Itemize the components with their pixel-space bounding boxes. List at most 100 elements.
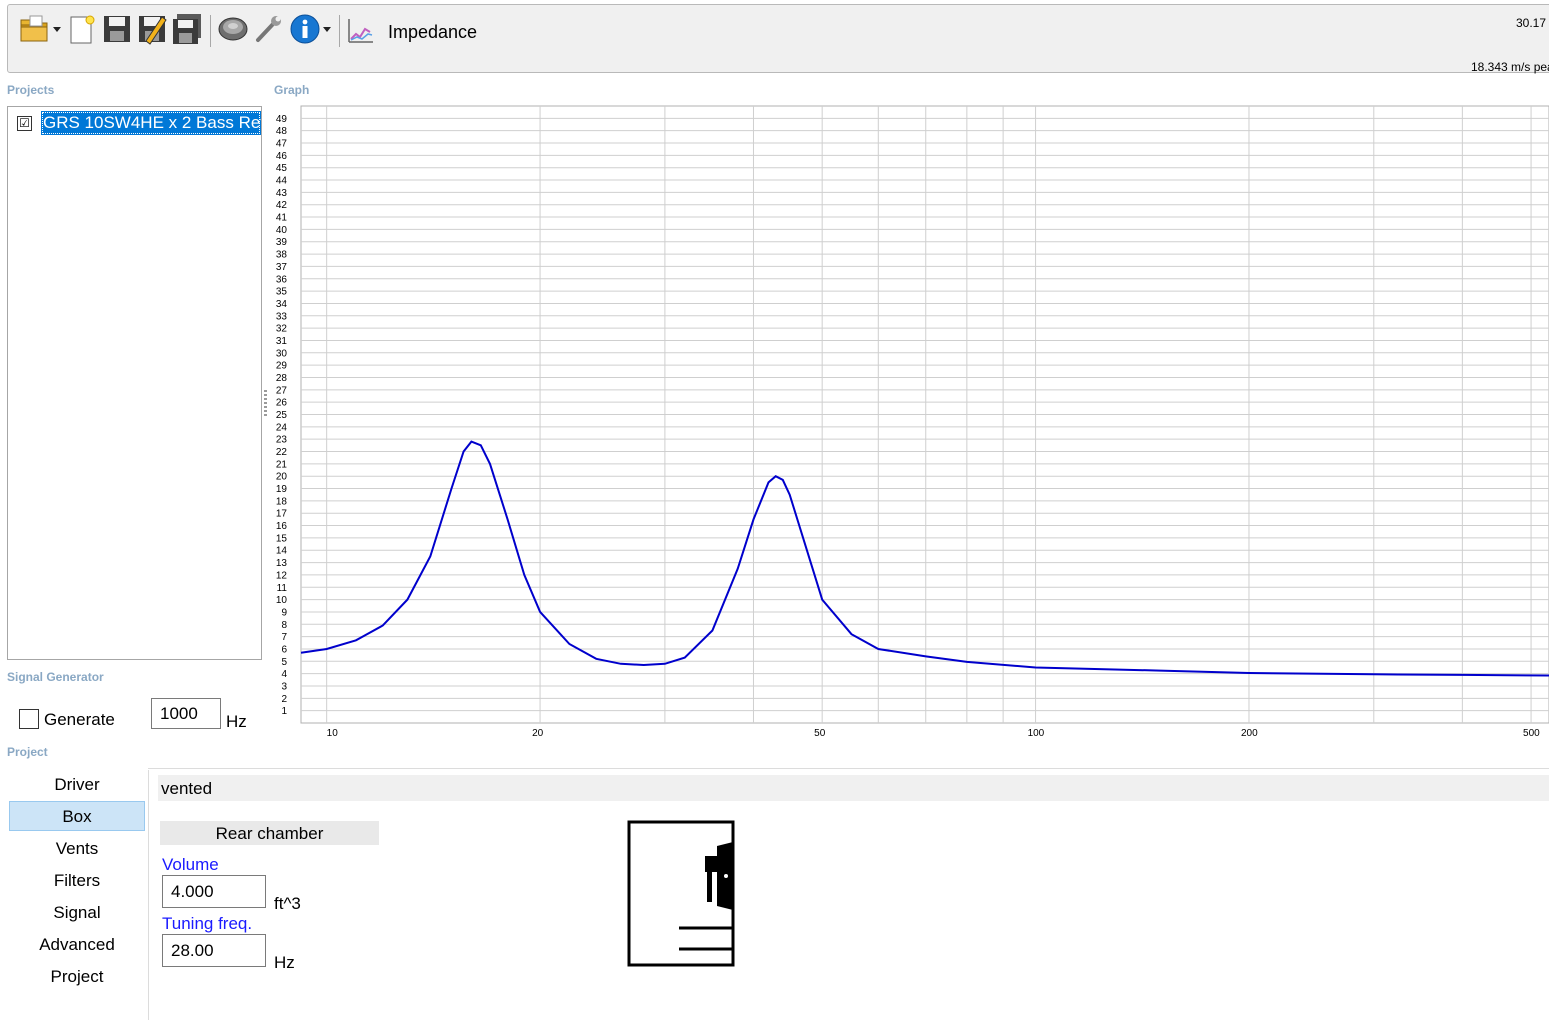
toolbar-separator xyxy=(210,15,211,47)
graph-section-title: Graph xyxy=(274,83,310,97)
nav-divider xyxy=(148,770,149,1020)
y-tick-label: 32 xyxy=(276,324,288,335)
y-tick-label: 3 xyxy=(281,681,287,692)
save-all-icon[interactable] xyxy=(171,13,203,45)
y-tick-label: 28 xyxy=(276,373,288,384)
y-tick-label: 24 xyxy=(276,422,288,433)
y-tick-label: 1 xyxy=(281,706,287,717)
project-visibility-checkbox[interactable]: ☑ xyxy=(17,116,32,131)
content-divider xyxy=(148,768,1549,769)
y-tick-label: 16 xyxy=(276,521,288,532)
nav-item-box[interactable]: Box xyxy=(9,801,145,831)
y-tick-label: 38 xyxy=(276,250,288,261)
y-tick-label: 36 xyxy=(276,274,288,285)
y-tick-label: 13 xyxy=(276,558,288,569)
y-tick-label: 18 xyxy=(276,496,288,507)
y-tick-label: 17 xyxy=(276,509,288,520)
open-dropdown-caret[interactable] xyxy=(53,27,61,32)
volume-input[interactable] xyxy=(162,875,266,908)
open-folder-icon[interactable] xyxy=(18,13,50,45)
graph-x-tick-labels: 10 20 50 100 200 500 xyxy=(327,728,1541,739)
y-tick-label: 20 xyxy=(276,472,288,483)
tuning-frequency-input[interactable] xyxy=(162,934,266,967)
y-tick-label: 33 xyxy=(276,311,288,322)
projects-section-title: Projects xyxy=(7,83,55,97)
nav-item-advanced[interactable]: Advanced xyxy=(9,930,145,960)
x-tick-label: 100 xyxy=(1028,728,1045,739)
y-tick-label: 35 xyxy=(276,287,288,298)
info-icon[interactable] xyxy=(289,13,321,45)
y-tick-label: 21 xyxy=(276,459,288,470)
y-tick-label: 46 xyxy=(276,151,288,162)
y-tick-label: 22 xyxy=(276,447,288,458)
frequency-readout: 30.17 Hz xyxy=(1516,16,1549,30)
save-icon[interactable] xyxy=(101,13,133,45)
save-as-icon[interactable] xyxy=(136,13,168,45)
volume-unit: ft^3 xyxy=(274,894,301,913)
impedance-graph: 1234567891011121314151617181920212223242… xyxy=(276,105,1549,739)
signal-generator-section-title: Signal Generator xyxy=(7,670,104,684)
wrench-icon[interactable] xyxy=(252,13,284,45)
y-tick-label: 4 xyxy=(281,669,287,680)
new-document-icon[interactable] xyxy=(66,13,98,45)
y-tick-label: 47 xyxy=(276,139,288,150)
y-tick-label: 12 xyxy=(276,570,288,581)
impedance-graph-icon[interactable] xyxy=(346,17,374,45)
y-tick-label: 23 xyxy=(276,435,288,446)
y-tick-label: 25 xyxy=(276,410,288,421)
y-tick-label: 40 xyxy=(276,225,288,236)
x-tick-label: 20 xyxy=(532,728,544,739)
generate-checkbox[interactable] xyxy=(19,709,39,729)
y-tick-label: 30 xyxy=(276,348,288,359)
y-tick-label: 15 xyxy=(276,533,288,544)
y-tick-label: 14 xyxy=(276,546,288,557)
y-tick-label: 42 xyxy=(276,200,288,211)
panel-splitter-grip[interactable] xyxy=(264,390,267,418)
y-tick-label: 31 xyxy=(276,336,288,347)
y-tick-label: 49 xyxy=(276,114,288,125)
info-dropdown-caret[interactable] xyxy=(323,27,331,32)
y-tick-label: 27 xyxy=(276,385,288,396)
rear-chamber-header: Rear chamber xyxy=(160,821,379,845)
velocity-readout: 18.343 m/s peak xyxy=(1471,60,1549,74)
x-tick-label: 10 xyxy=(327,728,339,739)
y-tick-label: 48 xyxy=(276,126,288,137)
y-tick-label: 26 xyxy=(276,398,288,409)
x-tick-label: 50 xyxy=(814,728,826,739)
y-tick-label: 34 xyxy=(276,299,288,310)
y-tick-label: 8 xyxy=(281,620,287,631)
tuning-frequency-unit: Hz xyxy=(274,953,295,972)
y-tick-label: 29 xyxy=(276,361,288,372)
generate-label: Generate xyxy=(44,710,115,729)
box-type-selector[interactable]: vented xyxy=(158,775,1549,801)
y-tick-label: 43 xyxy=(276,188,288,199)
y-tick-label: 2 xyxy=(281,694,287,705)
nav-item-project[interactable]: Project xyxy=(9,962,145,992)
nav-item-filters[interactable]: Filters xyxy=(9,866,145,896)
y-tick-label: 9 xyxy=(281,607,287,618)
y-tick-label: 7 xyxy=(281,632,287,643)
signal-frequency-input[interactable] xyxy=(151,698,221,729)
nav-item-vents[interactable]: Vents xyxy=(9,834,145,864)
toolbar: Impedance 30.17 Hz 18.343 m/s peak xyxy=(7,4,1549,74)
y-tick-label: 6 xyxy=(281,644,287,655)
speaker-icon[interactable] xyxy=(217,13,249,45)
y-tick-label: 11 xyxy=(277,583,288,594)
y-tick-label: 37 xyxy=(276,262,288,273)
y-tick-label: 45 xyxy=(276,163,288,174)
tuning-frequency-label: Tuning freq. xyxy=(162,914,253,933)
project-list-item[interactable]: GRS 10SW4HE x 2 Bass Reflex xyxy=(41,111,261,135)
project-section-title: Project xyxy=(7,745,48,759)
y-tick-label: 41 xyxy=(276,213,288,224)
x-tick-label: 500 xyxy=(1523,728,1540,739)
box-diagram xyxy=(627,820,735,967)
x-tick-label: 200 xyxy=(1241,728,1258,739)
graph-mode-label[interactable]: Impedance xyxy=(388,22,477,43)
y-tick-label: 44 xyxy=(276,176,288,187)
projects-list: ☑ GRS 10SW4HE x 2 Bass Reflex xyxy=(7,106,262,660)
y-tick-label: 10 xyxy=(276,595,288,606)
nav-item-driver[interactable]: Driver xyxy=(9,770,145,800)
toolbar-separator xyxy=(339,15,340,47)
signal-frequency-unit: Hz xyxy=(226,712,247,731)
nav-item-signal[interactable]: Signal xyxy=(9,898,145,928)
